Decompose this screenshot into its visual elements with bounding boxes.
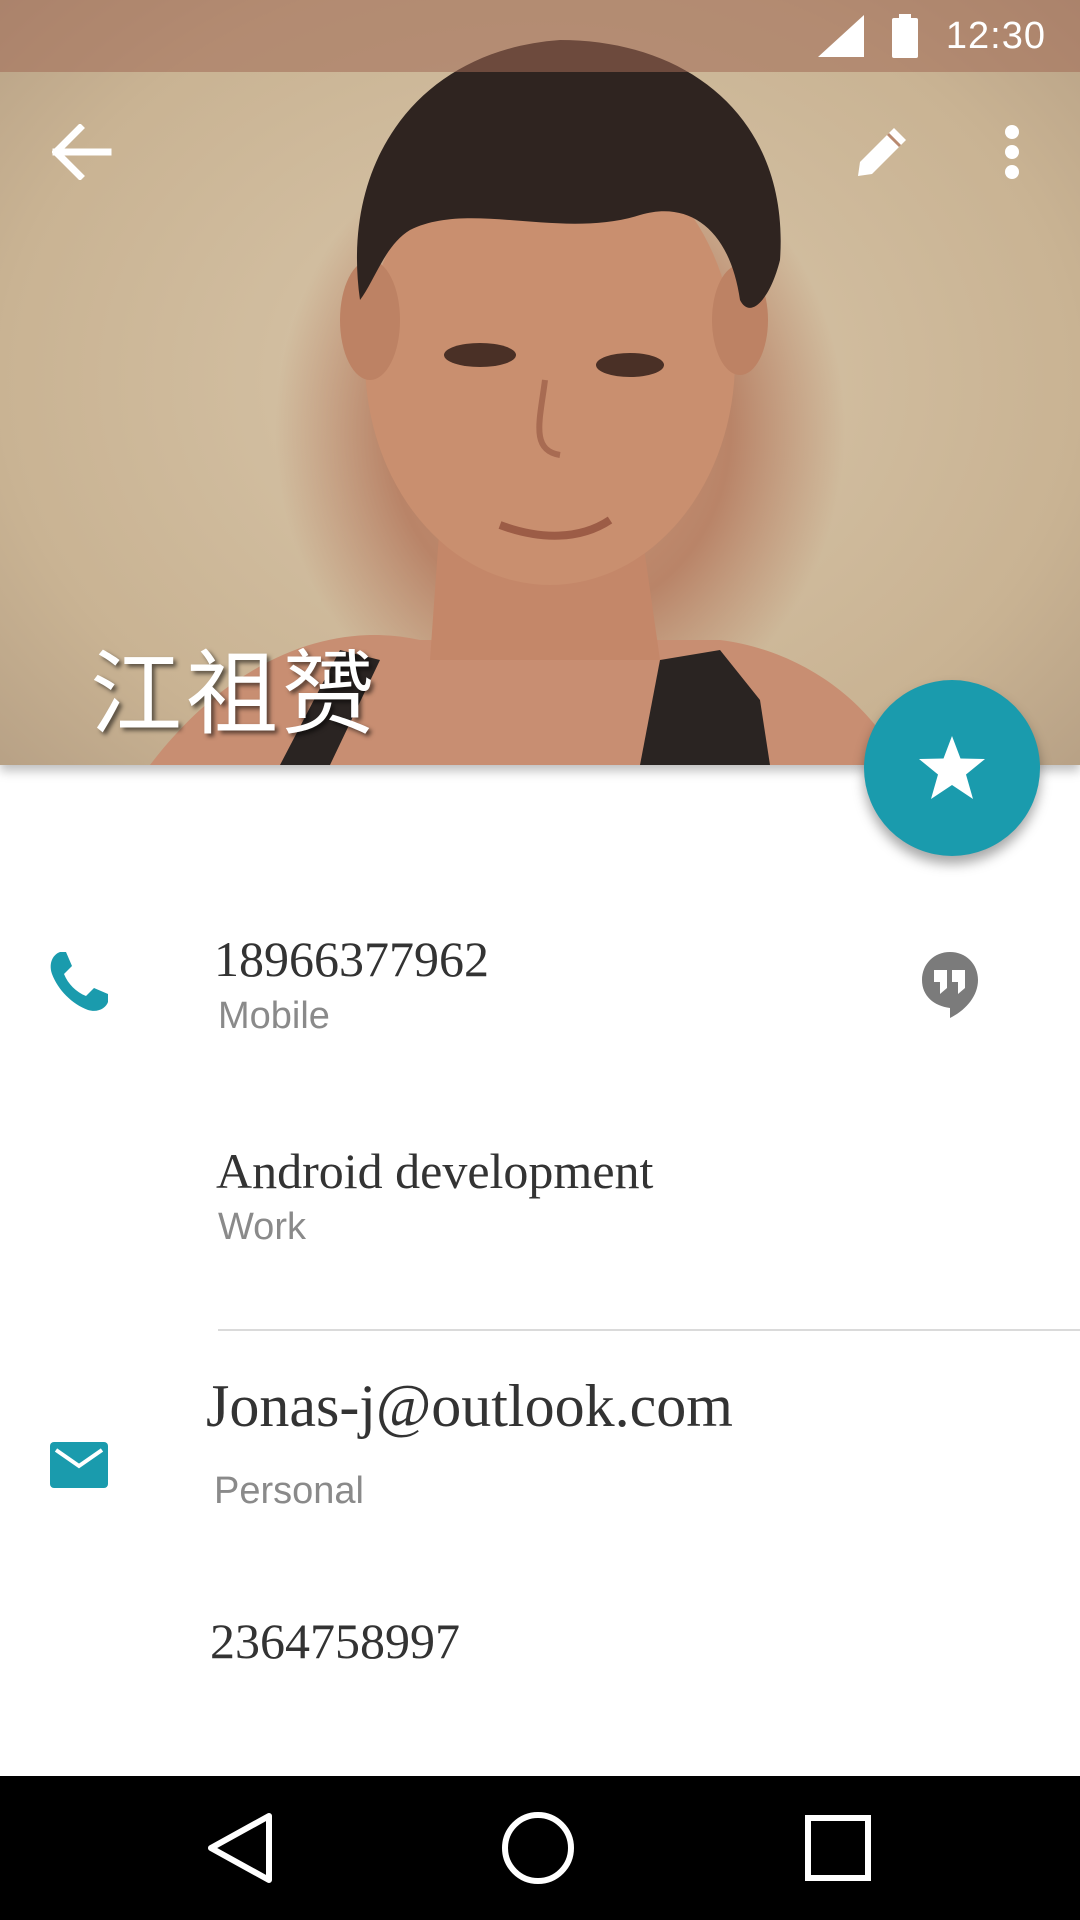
star-icon (919, 736, 985, 799)
more-options-button[interactable] (972, 112, 1052, 192)
signal-icon (817, 15, 864, 57)
organization-value: Android development (216, 1143, 654, 1199)
organization-label: Work (218, 1206, 306, 1248)
phone-icon (50, 952, 108, 1011)
favorite-button[interactable] (864, 680, 1040, 856)
nav-recents-button[interactable] (748, 1776, 928, 1920)
hangouts-icon[interactable] (920, 950, 980, 1018)
nav-back-button[interactable] (150, 1776, 330, 1920)
navigation-bar (0, 1776, 1080, 1920)
contact-name: 江祖赟 (90, 641, 379, 748)
phone-number[interactable]: 18966377962 (214, 930, 489, 988)
im-value[interactable]: 2364758997 (210, 1612, 460, 1670)
email-address[interactable]: Jonas-j@outlook.com (206, 1372, 733, 1441)
contact-photo-header: 12:30 江祖赟 (0, 0, 1080, 765)
status-bar: 12:30 (0, 0, 1080, 72)
more-vert-icon (1005, 125, 1019, 179)
arrow-back-icon (52, 124, 112, 180)
pencil-icon (858, 128, 906, 176)
status-time: 12:30 (945, 14, 1046, 57)
nav-back-icon (208, 1813, 272, 1883)
edit-button[interactable] (842, 112, 922, 192)
phone-type-label: Mobile (218, 995, 330, 1037)
battery-icon (891, 14, 918, 58)
nav-home-button[interactable] (448, 1776, 628, 1920)
back-button[interactable] (42, 112, 122, 192)
nav-recents-icon (805, 1815, 871, 1881)
email-icon (50, 1442, 108, 1488)
nav-home-icon (502, 1812, 574, 1884)
section-divider (218, 1329, 1080, 1331)
email-type-label: Personal (214, 1470, 364, 1512)
